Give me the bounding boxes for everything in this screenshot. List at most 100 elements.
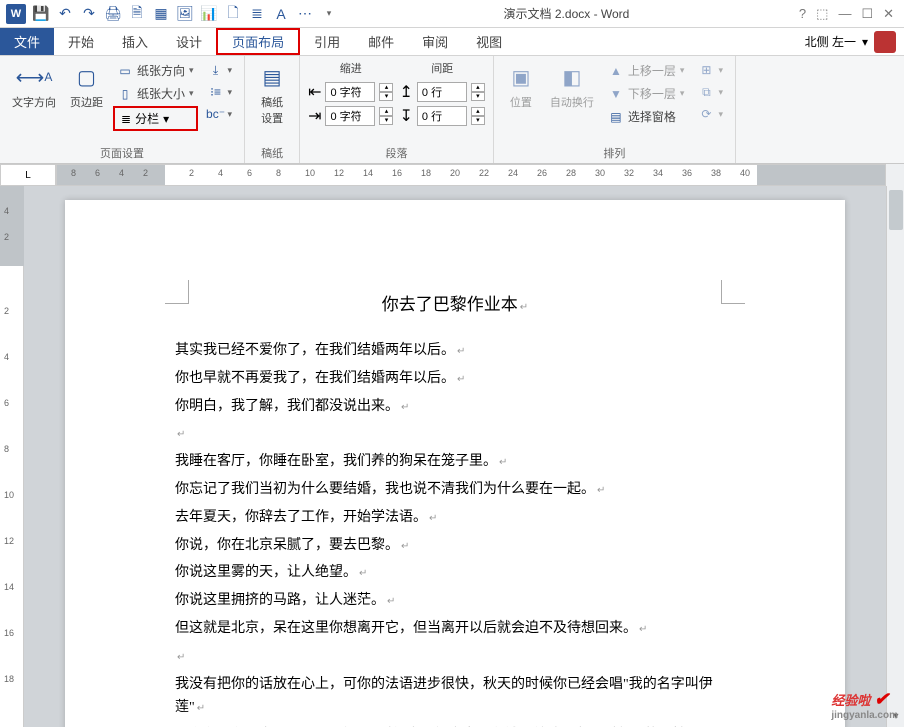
document-title[interactable]: 你去了巴黎作业本 xyxy=(175,290,735,315)
indent-right-input[interactable] xyxy=(325,106,375,126)
group-manuscript: ▤ 稿纸 设置 稿纸 xyxy=(245,56,300,163)
tab-home[interactable]: 开始 xyxy=(54,28,108,55)
print-preview-icon[interactable]: 🖨 xyxy=(104,5,122,23)
size-label: 纸张大小 xyxy=(137,85,185,102)
new-icon[interactable]: 🗋 xyxy=(224,5,242,23)
save-icon[interactable]: 💾 xyxy=(32,5,50,23)
position-button[interactable]: ▣ 位置 xyxy=(502,60,540,112)
paragraph[interactable]: 你说这里雾的天，让人绝望。 xyxy=(175,561,735,585)
rotate-button[interactable]: ⟳ xyxy=(694,104,727,124)
save-as-icon[interactable]: 🗎 xyxy=(128,5,146,23)
orientation-button[interactable]: ▭纸张方向 xyxy=(113,60,198,81)
paragraph[interactable]: 你明白，我了解，我们都没说出来。 xyxy=(175,395,735,419)
orientation-icon: ▭ xyxy=(117,63,133,79)
image-icon[interactable]: 🖼 xyxy=(176,5,194,23)
paragraph[interactable]: 去年夏天，你辞去了工作，开始学法语。 xyxy=(175,506,735,530)
spin-down-icon[interactable]: ▾ xyxy=(379,116,393,125)
paragraph[interactable]: 我睡在客厅，你睡在卧室，我们养的狗呆在笼子里。 xyxy=(175,450,735,474)
manuscript-button[interactable]: ▤ 稿纸 设置 xyxy=(253,60,291,128)
watermark-domain: jingyanla.com xyxy=(831,710,898,721)
bring-forward-button[interactable]: ▲上移一层 xyxy=(604,60,689,81)
spin-up-icon[interactable]: ▴ xyxy=(379,107,393,116)
undo-icon[interactable]: ↶ xyxy=(56,5,74,23)
send-backward-button[interactable]: ▼下移一层 xyxy=(604,83,689,104)
tab-view[interactable]: 视图 xyxy=(462,28,516,55)
vertical-scrollbar[interactable]: ▴ ▾ xyxy=(886,186,904,727)
spin-down-icon[interactable]: ▾ xyxy=(379,92,393,101)
spacing-label: 间距 xyxy=(399,60,484,76)
paragraph[interactable]: 我没有把你的话放在心上，可你的法语进步很快，秋天的时候你已经会唱"我的名字叫伊莲… xyxy=(175,673,735,721)
tab-design[interactable]: 设计 xyxy=(162,28,216,55)
chart-icon[interactable]: 📊 xyxy=(200,5,218,23)
tab-file[interactable]: 文件 xyxy=(0,28,54,55)
position-icon: ▣ xyxy=(506,62,536,92)
ribbon-tabs: 文件 开始 插入 设计 页面布局 引用 邮件 审阅 视图 北侧 左一 ▾ xyxy=(0,28,904,56)
size-button[interactable]: ▯纸张大小 xyxy=(113,83,198,104)
breaks-button[interactable]: ⤓ xyxy=(204,60,237,80)
margins-button[interactable]: ▢ 页边距 xyxy=(66,60,107,112)
chevron-down-icon: ▾ xyxy=(163,112,169,126)
selection-pane-button[interactable]: ▤选择窗格 xyxy=(604,106,689,127)
redo-icon[interactable]: ↷ xyxy=(80,5,98,23)
tab-reference[interactable]: 引用 xyxy=(300,28,354,55)
maximize-icon[interactable]: ☐ xyxy=(861,6,873,22)
paragraph[interactable]: 你忘记了我们当初为什么要结婚，我也说不清我们为什么要在一起。 xyxy=(175,478,735,502)
space-before-input[interactable] xyxy=(417,82,467,102)
indent-right-icon: ⇥ xyxy=(308,106,321,126)
paragraph[interactable]: 你也早就不再爱我了，在我们结婚两年以后。 xyxy=(175,367,735,391)
send-backward-icon: ▼ xyxy=(608,86,624,102)
line-numbers-button[interactable]: ⁝≡ xyxy=(204,82,237,102)
minimize-icon[interactable]: — xyxy=(838,6,851,22)
columns-button[interactable]: ≣ 分栏 ▾ xyxy=(113,106,198,131)
space-before-icon: ↥ xyxy=(399,82,412,102)
indent-right-spinner[interactable]: ⇥ ▴▾ xyxy=(308,106,393,126)
qat-dropdown-icon[interactable] xyxy=(320,5,338,23)
bring-forward-label: 上移一层 xyxy=(628,62,676,79)
tab-insert[interactable]: 插入 xyxy=(108,28,162,55)
help-icon[interactable]: ? xyxy=(799,6,806,22)
ribbon-collapse-icon[interactable]: ⬚ xyxy=(816,6,828,22)
paragraph[interactable] xyxy=(175,645,735,669)
paragraph[interactable]: 其实我已经不爱你了，在我们结婚两年以后。 xyxy=(175,339,735,363)
paragraph[interactable]: 你说，你在北京呆腻了，要去巴黎。 xyxy=(175,534,735,558)
font-icon[interactable]: A xyxy=(272,5,290,23)
columns-icon: ≣ xyxy=(121,112,131,126)
group-label-arrange: 排列 xyxy=(502,143,727,161)
user-account[interactable]: 北侧 左一 ▾ xyxy=(797,28,904,55)
scroll-thumb[interactable] xyxy=(889,190,903,230)
tab-mailing[interactable]: 邮件 xyxy=(354,28,408,55)
breaks-icon: ⤓ xyxy=(208,62,224,78)
spin-up-icon[interactable]: ▴ xyxy=(471,107,485,116)
space-before-spinner[interactable]: ↥ ▴▾ xyxy=(399,82,484,102)
tab-review[interactable]: 审阅 xyxy=(408,28,462,55)
paragraph[interactable]: 你说这里拥挤的马路，让人迷茫。 xyxy=(175,589,735,613)
wrap-button[interactable]: ◧ 自动换行 xyxy=(546,60,598,112)
paragraph[interactable] xyxy=(175,422,735,446)
indent-left-input[interactable] xyxy=(325,82,375,102)
vertical-ruler[interactable]: 4224681012141618 xyxy=(0,186,24,727)
space-after-input[interactable] xyxy=(417,106,467,126)
spin-up-icon[interactable]: ▴ xyxy=(471,83,485,92)
wrap-label: 自动换行 xyxy=(550,94,594,110)
send-backward-label: 下移一层 xyxy=(628,85,676,102)
tab-page-layout[interactable]: 页面布局 xyxy=(216,28,300,55)
columns-label: 分栏 xyxy=(135,110,159,127)
table-icon[interactable]: ▦ xyxy=(152,5,170,23)
spin-down-icon[interactable]: ▾ xyxy=(471,92,485,101)
indent-left-spinner[interactable]: ⇤ ▴▾ xyxy=(308,82,393,102)
columns-icon[interactable]: ≣ xyxy=(248,5,266,23)
paragraph[interactable]: 但这就是北京，呆在这里你想离开它，但当离开以后就会迫不及待想回来。 xyxy=(175,617,735,641)
space-after-spinner[interactable]: ↧ ▴▾ xyxy=(399,106,484,126)
text-direction-button[interactable]: ⟷A 文字方向 xyxy=(8,60,60,112)
more-icon[interactable]: ⋯ xyxy=(296,5,314,23)
hyphenation-button[interactable]: bc⁻ xyxy=(204,104,237,124)
page: 你去了巴黎作业本 其实我已经不爱你了，在我们结婚两年以后。你也早就不再爱我了，在… xyxy=(65,200,845,727)
align-button[interactable]: ⊞ xyxy=(694,60,727,80)
group-objects-button[interactable]: ⧉ xyxy=(694,82,727,102)
tab-selector[interactable]: L xyxy=(0,164,56,186)
page-scroll[interactable]: 你去了巴黎作业本 其实我已经不爱你了，在我们结婚两年以后。你也早就不再爱我了，在… xyxy=(24,186,886,727)
spin-down-icon[interactable]: ▾ xyxy=(471,116,485,125)
spin-up-icon[interactable]: ▴ xyxy=(379,83,393,92)
horizontal-ruler[interactable]: 8642246810121416182022242628303234363840… xyxy=(56,164,886,186)
close-icon[interactable]: ✕ xyxy=(883,6,894,22)
